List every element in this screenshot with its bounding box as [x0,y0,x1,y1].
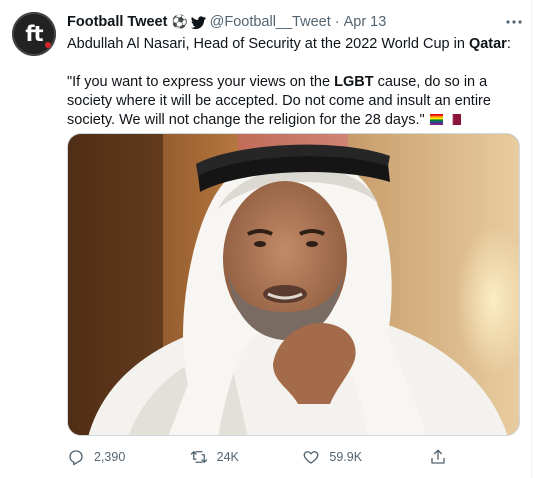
share-icon[interactable] [429,448,447,466]
avatar[interactable]: ft [12,12,56,56]
retweet-icon[interactable] [190,448,208,466]
tweet-header: Football Tweet ⚽ @Football__Tweet · Apr … [67,12,386,32]
text-segment: "If you want to express your views on th… [67,74,335,90]
tweet-quote: "If you want to express your views on th… [67,73,522,130]
author-name[interactable]: Football Tweet [67,14,167,30]
reply-action[interactable]: 2,390 [67,448,190,466]
photo-man-in-ghutra [68,134,519,435]
text-segment: : [506,36,511,52]
soccer-ball-icon: ⚽ [171,14,188,29]
tweet-photo[interactable] [67,133,520,436]
avatar-logo-dot [45,42,51,48]
rainbow-flag-icon [429,114,443,125]
reply-icon[interactable] [67,448,85,466]
like-action[interactable]: 59.9K [302,448,429,466]
like-count: 59.9K [329,450,363,464]
tweet-line-1: Abdullah Al Nasari, Head of Security at … [67,35,522,54]
reply-count: 2,390 [94,450,126,464]
more-options-icon[interactable] [500,12,528,32]
retweet-action[interactable]: 24K [190,448,303,466]
share-action[interactable] [429,448,447,466]
qatar-flag-icon [447,114,461,125]
tweet-text: Abdullah Al Nasari, Head of Security at … [67,35,522,130]
tweet-date[interactable]: Apr 13 [344,14,387,30]
avatar-logo-text: ft [25,22,43,46]
hashtag-qatar[interactable]: Qatar [469,36,507,52]
retweet-count: 24K [216,450,239,464]
tweet[interactable]: ft Football Tweet ⚽ @Football__Tweet · A… [0,0,532,478]
author-handle[interactable]: @Football__Tweet [210,14,331,30]
hashtag-lgbt[interactable]: LGBT [334,74,373,90]
twitter-bird-icon [190,15,206,29]
heart-icon[interactable] [302,448,320,466]
text-segment: Abdullah Al Nasari, Head of Security at … [67,36,469,52]
tweet-actions: 2,390 24K 59.9K [67,446,447,468]
separator-dot: · [334,14,340,30]
